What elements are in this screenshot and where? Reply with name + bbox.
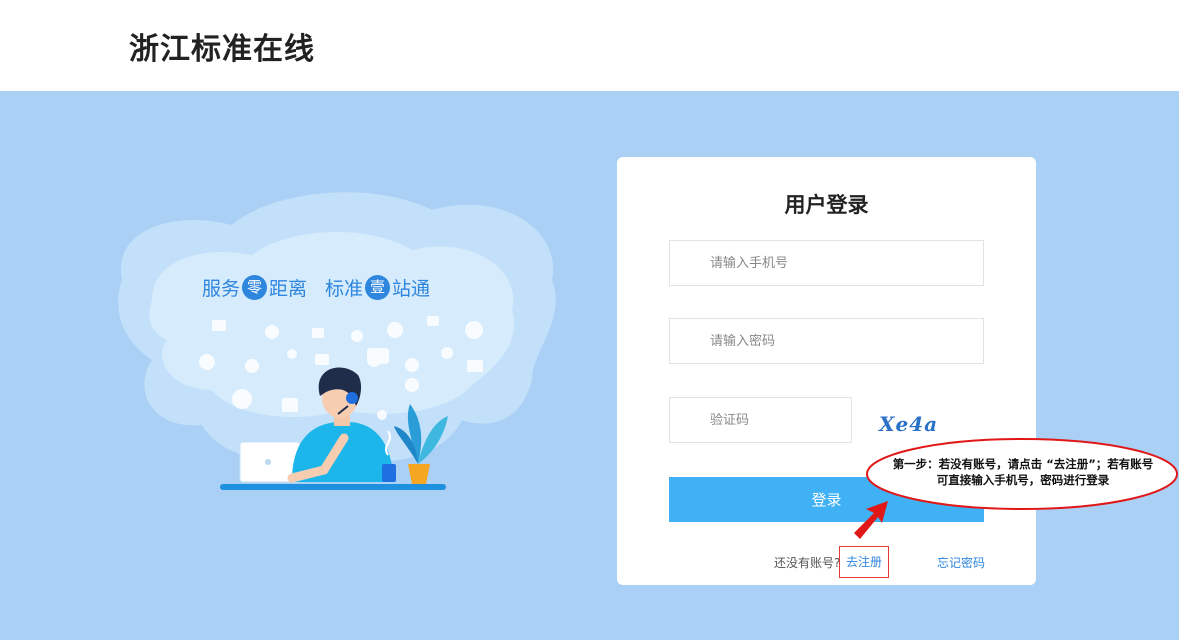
phone-icon	[232, 389, 252, 409]
slogan-part: 标准	[325, 277, 364, 300]
annotation-line: 第一步：若没有账号，请点击 “去注册”；若有账号	[892, 457, 1154, 471]
slogan-circle-badge: 零	[242, 274, 268, 300]
forgot-password-link[interactable]: 忘记密码	[937, 554, 985, 571]
headset-icon	[346, 392, 358, 404]
illustration-graphic	[118, 192, 556, 490]
dot-icon	[287, 349, 297, 359]
user-icon	[245, 359, 259, 373]
user-icon	[427, 316, 439, 326]
slogan-part: 站通	[392, 277, 431, 300]
top-header: 浙江标准在线	[0, 0, 1179, 91]
no-account-text: 还没有账号?	[774, 556, 841, 570]
mail-icon	[315, 354, 329, 365]
flame-icon	[387, 322, 403, 338]
customer-service-illustration: 服务 零 距离 标准 壹 站通	[112, 170, 562, 510]
chat-icon	[212, 320, 226, 331]
annotation-line: 可直接输入手机号，密码进行登录	[936, 473, 1110, 487]
question-icon	[377, 410, 387, 420]
mug-icon	[382, 464, 396, 482]
login-title: 用户登录	[784, 193, 869, 217]
phone-input[interactable]	[669, 240, 984, 286]
slogan-part: 距离	[269, 277, 308, 300]
chat-icon	[282, 398, 298, 412]
plant-pot	[408, 464, 430, 484]
chat-icon	[441, 347, 453, 359]
slogan: 服务 零 距离 标准 壹 站通	[202, 270, 472, 304]
avatar-icon	[465, 321, 483, 339]
slogan-circle-badge: 壹	[365, 274, 391, 300]
desk	[220, 484, 446, 490]
chat-icon	[467, 360, 483, 372]
question-icon	[351, 330, 363, 342]
chat-icon	[367, 348, 389, 364]
login-card: 用户登录 Xe4a 登录 还没有账号? 去注册 忘记密码	[617, 157, 1036, 585]
annotation-callout: 第一步：若没有账号，请点击 “去注册”；若有账号 可直接输入手机号，密码进行登录	[864, 436, 1179, 512]
register-link[interactable]: 去注册	[839, 546, 889, 578]
chat-icon	[265, 325, 279, 339]
slogan-part: 服务	[202, 277, 241, 300]
chat-icon	[405, 378, 419, 392]
mail-icon	[312, 328, 324, 338]
annotation-text: 第一步：若没有账号，请点击 “去注册”；若有账号 可直接输入手机号，密码进行登录	[864, 456, 1179, 488]
captcha-input[interactable]	[669, 397, 852, 443]
annotation-arrow-icon	[848, 495, 896, 543]
laptop-logo	[265, 459, 271, 465]
chat-icon	[199, 354, 215, 370]
settings-icon	[405, 358, 419, 372]
site-title: 浙江标准在线	[129, 32, 315, 67]
password-input[interactable]	[669, 318, 984, 364]
